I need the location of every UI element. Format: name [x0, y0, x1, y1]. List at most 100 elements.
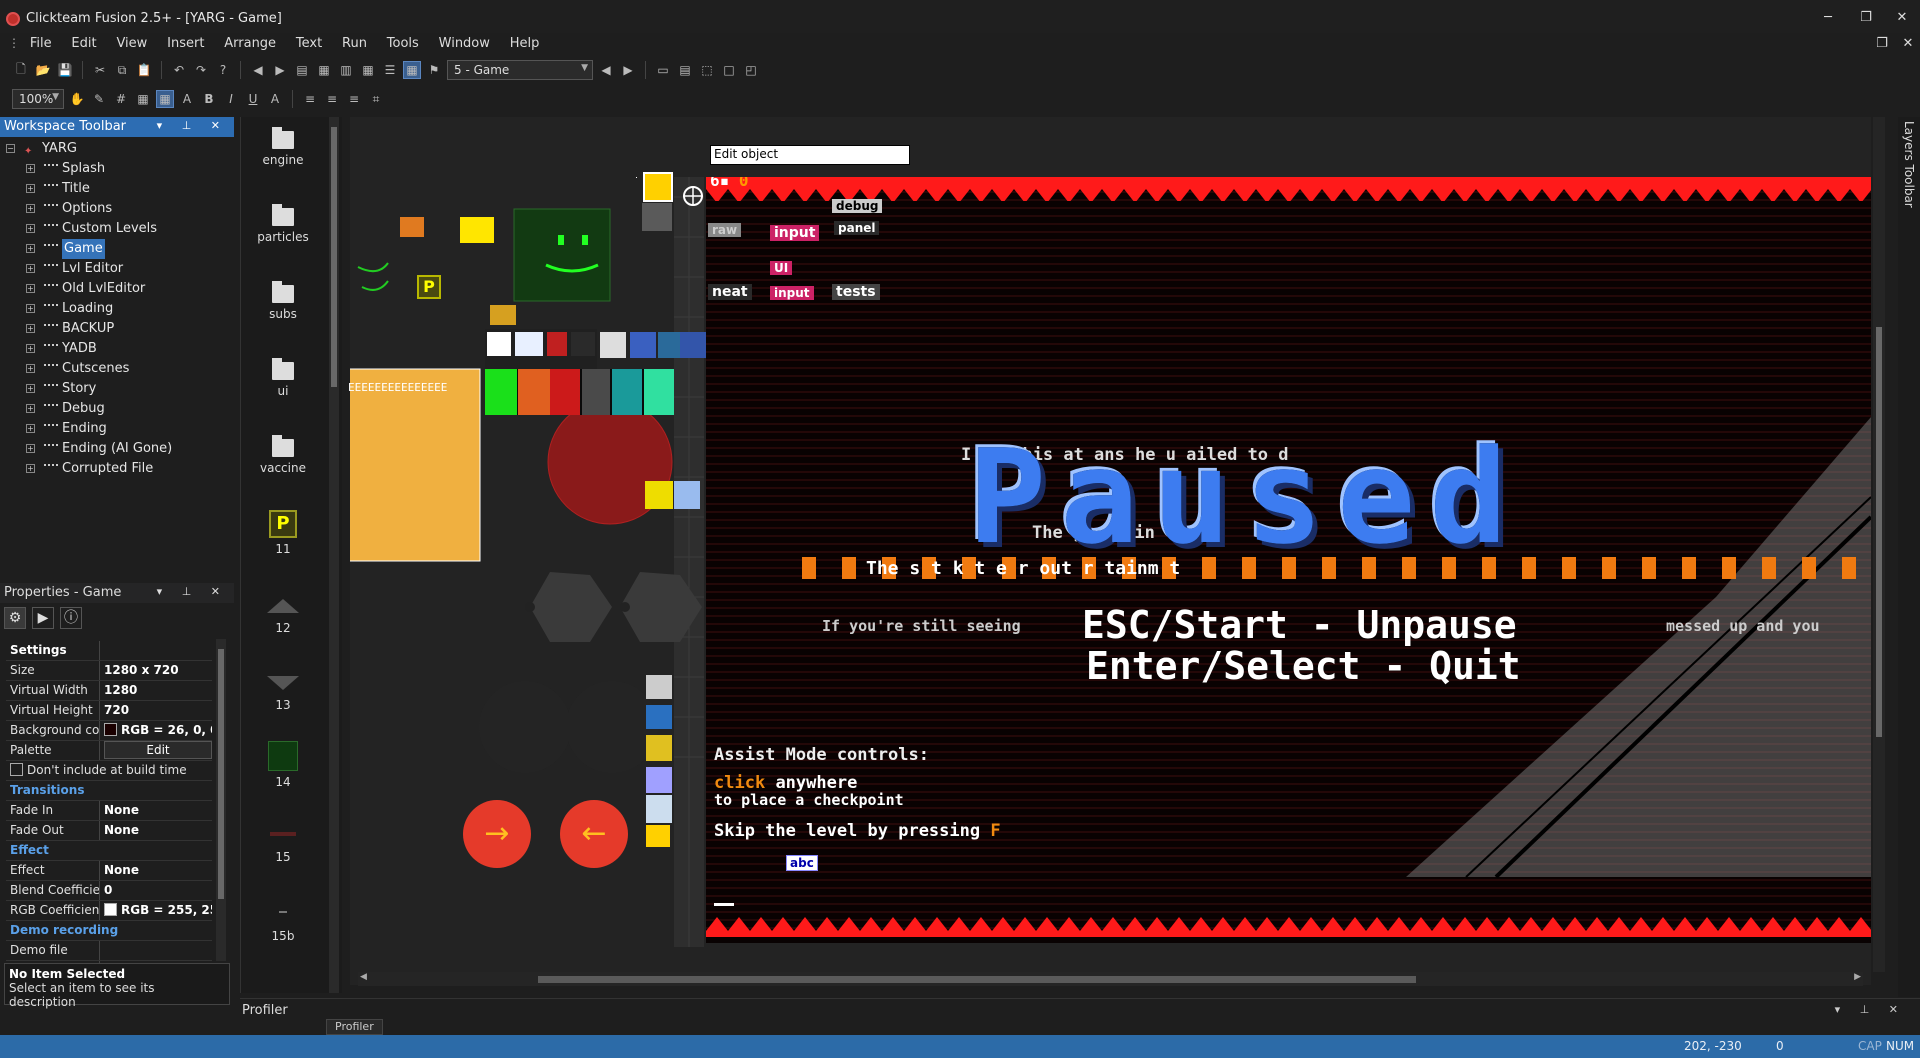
expand-icon[interactable]: +	[26, 284, 35, 293]
expand-icon[interactable]: +	[26, 464, 35, 473]
font-icon[interactable]: A	[178, 90, 196, 108]
zoom-dropdown[interactable]: 100% ▼	[12, 89, 64, 109]
back-icon[interactable]: ◀	[249, 61, 267, 79]
property-row[interactable]: Virtual Height 720	[6, 701, 212, 721]
expand-icon[interactable]: +	[26, 404, 35, 413]
checkbox-icon[interactable]	[10, 763, 23, 776]
redo-icon[interactable]: ↷	[192, 61, 210, 79]
menu-text[interactable]: Text	[288, 33, 330, 54]
tree-root[interactable]: − ✦ YARG	[0, 139, 234, 159]
property-value-cell[interactable]	[100, 941, 212, 960]
property-row[interactable]: Fade Out None	[6, 821, 212, 841]
shelf-item[interactable]: particles	[241, 202, 325, 244]
event-editor-icon[interactable]: ▦	[359, 61, 377, 79]
italic-icon[interactable]: I	[222, 90, 240, 108]
menu-file[interactable]: File	[22, 33, 60, 54]
grid-view-icon[interactable]: ▦	[403, 61, 421, 79]
property-checkbox-row[interactable]: Don't include at build time	[6, 761, 212, 781]
menu-help[interactable]: Help	[502, 33, 548, 54]
selection-icon[interactable]: ⬚	[698, 61, 716, 79]
shelf-item[interactable]: ui	[241, 356, 325, 398]
layers-toolbar[interactable]: Layers Toolbar	[1898, 117, 1920, 997]
frame-node[interactable]: + Old LvlEditor	[0, 279, 234, 299]
event-list-icon[interactable]: ▦	[315, 61, 333, 79]
distribute-icon[interactable]: ▤	[676, 61, 694, 79]
open-icon[interactable]: 📂	[34, 61, 52, 79]
list-icon[interactable]: ☰	[381, 61, 399, 79]
property-row[interactable]: Effect None	[6, 861, 212, 881]
property-section[interactable]: Demo recording	[6, 921, 212, 941]
frame-node[interactable]: + Debug	[0, 399, 234, 419]
panel-controls[interactable]: ▾ ⊥ ✕	[157, 119, 228, 132]
property-section[interactable]: Settings	[6, 641, 212, 661]
expand-icon[interactable]: +	[26, 324, 35, 333]
frame-select-dropdown[interactable]: 5 - Game ▼	[447, 60, 593, 80]
cut-icon[interactable]: ✂	[91, 61, 109, 79]
shelf-item[interactable]: subs	[241, 279, 325, 321]
preview-icon[interactable]: ◰	[742, 61, 760, 79]
about-tab-icon[interactable]: ⓘ	[60, 607, 82, 629]
panel-controls[interactable]: ▾ ⊥ ✕	[157, 585, 228, 598]
minimize-button[interactable]: ─	[1818, 10, 1838, 28]
shelf-item[interactable]: vaccine	[241, 433, 325, 475]
property-checkbox[interactable]: Don't include at build time	[6, 761, 212, 780]
mdi-restore-button[interactable]: ❐	[1872, 36, 1892, 54]
frame-node[interactable]: + Title	[0, 179, 234, 199]
align-center-icon[interactable]: ≡	[323, 90, 341, 108]
align-left-icon[interactable]: ≡	[301, 90, 319, 108]
property-value-cell[interactable]: None	[100, 821, 212, 840]
bold-icon[interactable]: B	[200, 90, 218, 108]
expand-icon[interactable]: +	[26, 304, 35, 313]
panel-controls[interactable]: ▾ ⊥ ✕	[1835, 1003, 1906, 1016]
next-frame-icon[interactable]: ▶	[619, 61, 637, 79]
frame-node[interactable]: + Cutscenes	[0, 359, 234, 379]
menu-view[interactable]: View	[108, 33, 155, 54]
property-row[interactable]: Fade In None	[6, 801, 212, 821]
property-section[interactable]: Effect	[6, 841, 212, 861]
frame-node[interactable]: + YADB	[0, 339, 234, 359]
shelf-item[interactable]: engine	[241, 125, 325, 167]
property-value-cell[interactable]: 1280	[100, 681, 212, 700]
profiler-tab[interactable]: Profiler	[326, 1019, 383, 1035]
expand-icon[interactable]: +	[26, 444, 35, 453]
previous-frame-icon[interactable]: ◀	[597, 61, 615, 79]
property-row[interactable]: Palette Edit	[6, 741, 212, 761]
property-value-cell[interactable]: 0	[100, 881, 212, 900]
property-row[interactable]: Virtual Width 1280	[6, 681, 212, 701]
editor-horizontal-scrollbar[interactable]: ◀ ▶	[358, 972, 1863, 986]
menu-tools[interactable]: Tools	[379, 33, 427, 54]
brush-icon[interactable]: ✎	[90, 90, 108, 108]
expand-icon[interactable]: +	[26, 244, 35, 253]
shelf-item[interactable]: 12	[241, 587, 325, 635]
property-row[interactable]: Blend Coefficie 0	[6, 881, 212, 901]
frame-node[interactable]: + Corrupted File	[0, 459, 234, 479]
frame-node[interactable]: + Game	[0, 239, 234, 259]
frame-node[interactable]: + Splash	[0, 159, 234, 179]
menu-run[interactable]: Run	[334, 33, 375, 54]
grid-icon[interactable]: ▦	[134, 90, 152, 108]
show-grid-icon[interactable]: ▦	[156, 90, 174, 108]
collapse-icon[interactable]: −	[6, 144, 15, 153]
property-section[interactable]: Transitions	[6, 781, 212, 801]
editor-vertical-scrollbar[interactable]	[1873, 117, 1885, 972]
forward-icon[interactable]: ▶	[271, 61, 289, 79]
shelf-item[interactable]: P 11	[241, 510, 325, 556]
expand-icon[interactable]: +	[26, 384, 35, 393]
shelf-item[interactable]: 15b	[241, 895, 325, 943]
property-value-cell[interactable]: Edit	[100, 741, 212, 760]
property-value-cell[interactable]: RGB = 255, 255	[100, 901, 212, 920]
copy-icon[interactable]: ⧉	[113, 61, 131, 79]
color-swatch[interactable]	[104, 723, 117, 736]
scroll-right-icon[interactable]: ▶	[1854, 972, 1861, 982]
property-value-cell[interactable]: 720	[100, 701, 212, 720]
palette-edit-button[interactable]: Edit	[104, 741, 212, 759]
property-value-cell[interactable]: 1280 x 720	[100, 661, 212, 680]
properties-scrollbar[interactable]	[216, 639, 226, 961]
expand-icon[interactable]: +	[26, 204, 35, 213]
expand-icon[interactable]: +	[26, 164, 35, 173]
property-row[interactable]: Background co RGB = 26, 0, 0	[6, 721, 212, 741]
shelf-scrollbar[interactable]	[329, 117, 339, 993]
fit-icon[interactable]: ⌗	[367, 90, 385, 108]
frame-node[interactable]: + Custom Levels	[0, 219, 234, 239]
undo-icon[interactable]: ↶	[170, 61, 188, 79]
